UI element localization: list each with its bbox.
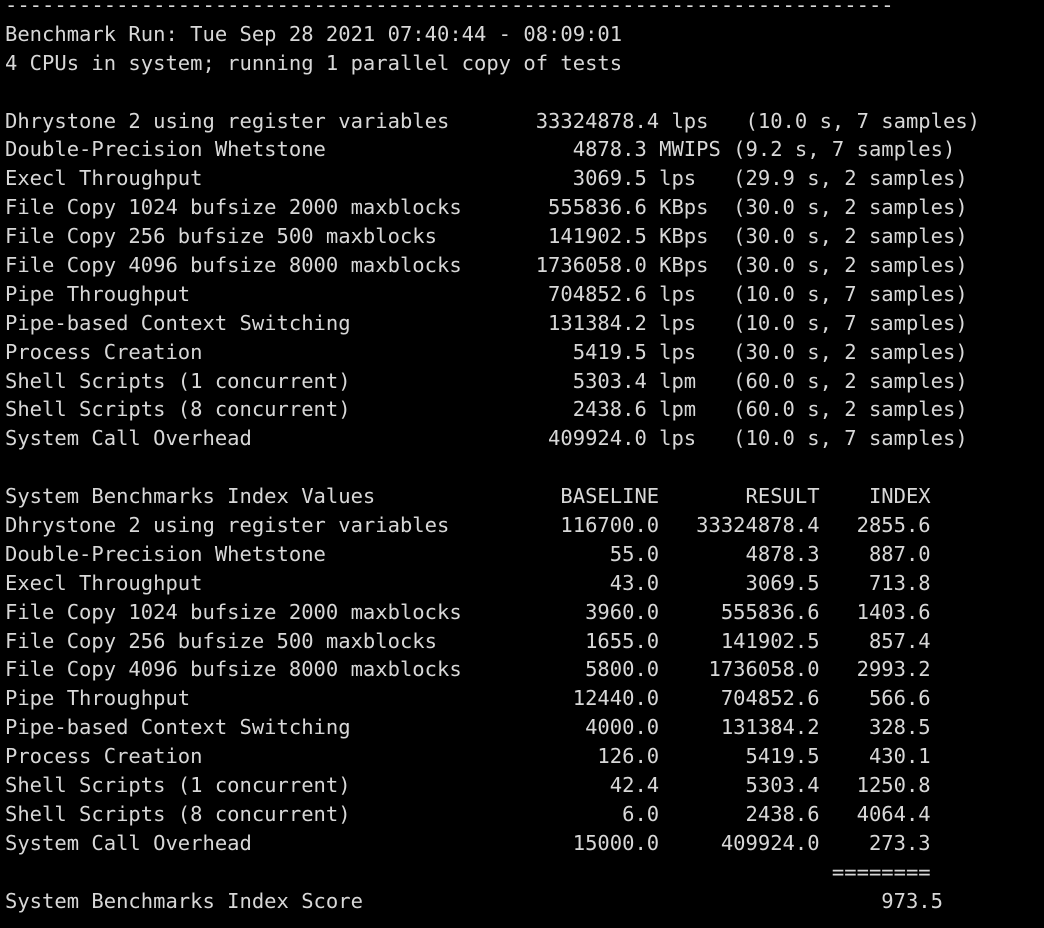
terminal-line: File Copy 256 bufsize 500 maxblocks 1655… (5, 628, 931, 653)
terminal-window[interactable]: ----------------------------------------… (0, 0, 1044, 928)
terminal-line: Shell Scripts (1 concurrent) 5303.4 lpm … (5, 368, 968, 393)
terminal-line: File Copy 1024 bufsize 2000 maxblocks 39… (5, 599, 931, 624)
terminal-output: ----------------------------------------… (5, 0, 980, 916)
terminal-line: System Benchmarks Index Values BASELINE … (5, 484, 931, 509)
terminal-line: Double-Precision Whetstone 55.0 4878.3 8… (5, 541, 931, 566)
terminal-line: ----------------------------------------… (5, 0, 894, 17)
terminal-line: Execl Throughput 43.0 3069.5 713.8 (5, 570, 931, 595)
terminal-line: System Call Overhead 15000.0 409924.0 27… (5, 830, 931, 855)
terminal-line: Pipe-based Context Switching 131384.2 lp… (5, 310, 968, 335)
terminal-line: 4 CPUs in system; running 1 parallel cop… (5, 50, 623, 75)
terminal-line: Process Creation 126.0 5419.5 430.1 (5, 744, 931, 769)
terminal-line: Execl Throughput 3069.5 lps (29.9 s, 2 s… (5, 166, 968, 191)
terminal-line: System Benchmarks Index Score 973.5 (5, 888, 943, 913)
terminal-line: Pipe-based Context Switching 4000.0 1313… (5, 715, 931, 740)
terminal-line: Shell Scripts (8 concurrent) 6.0 2438.6 … (5, 801, 931, 826)
terminal-line: File Copy 4096 bufsize 8000 maxblocks 17… (5, 253, 968, 278)
terminal-line: Pipe Throughput 704852.6 lps (10.0 s, 7 … (5, 281, 968, 306)
terminal-line: ======== (5, 859, 931, 884)
terminal-line: Shell Scripts (8 concurrent) 2438.6 lpm … (5, 397, 968, 422)
terminal-line: Dhrystone 2 using register variables 333… (5, 108, 981, 133)
terminal-line: Pipe Throughput 12440.0 704852.6 566.6 (5, 686, 931, 711)
terminal-line: Process Creation 5419.5 lps (30.0 s, 2 s… (5, 339, 968, 364)
terminal-line: Shell Scripts (1 concurrent) 42.4 5303.4… (5, 773, 931, 798)
terminal-line: Dhrystone 2 using register variables 116… (5, 513, 931, 538)
terminal-line: Double-Precision Whetstone 4878.3 MWIPS … (5, 137, 956, 162)
terminal-line: Benchmark Run: Tue Sep 28 2021 07:40:44 … (5, 21, 623, 46)
terminal-line: System Call Overhead 409924.0 lps (10.0 … (5, 426, 968, 451)
terminal-line: File Copy 256 bufsize 500 maxblocks 1419… (5, 224, 968, 249)
terminal-line: File Copy 4096 bufsize 8000 maxblocks 58… (5, 657, 931, 682)
terminal-line: File Copy 1024 bufsize 2000 maxblocks 55… (5, 195, 968, 220)
